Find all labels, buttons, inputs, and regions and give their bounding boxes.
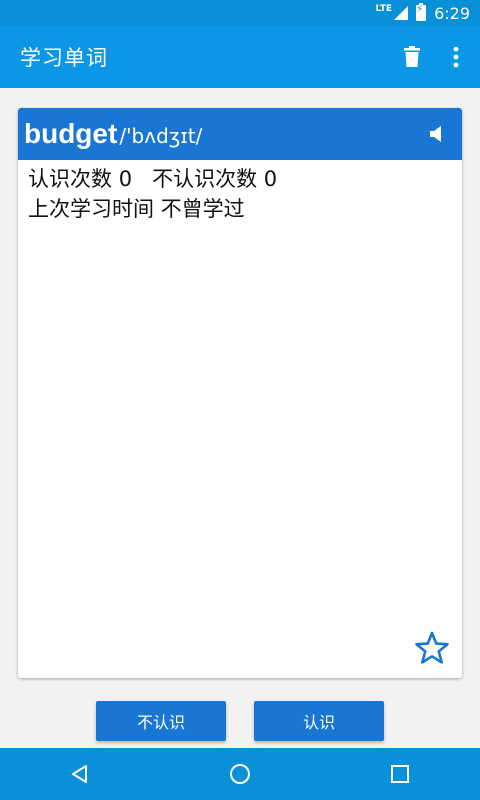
network-type-label: LTE xyxy=(375,4,393,14)
known-count-label: 认识次数 xyxy=(28,167,112,191)
known-button[interactable]: 认识 xyxy=(254,701,384,741)
status-bar: LTE 6:29 xyxy=(0,0,480,26)
app-bar: 学习单词 xyxy=(0,26,480,88)
word-header: budget /'bʌdʒɪt/ xyxy=(18,108,462,160)
recents-icon[interactable] xyxy=(370,748,430,800)
card-body: 认识次数 0 不认识次数 0 上次学习时间 不曾学过 xyxy=(18,160,462,228)
home-icon[interactable] xyxy=(210,748,270,800)
last-study-value: 不曾学过 xyxy=(160,197,245,221)
navigation-bar xyxy=(0,748,480,800)
more-vert-icon[interactable] xyxy=(436,33,476,81)
unknown-count-label: 不认识次数 xyxy=(152,167,258,191)
page-title: 学习单词 xyxy=(20,46,108,70)
action-buttons: 不认识 认识 xyxy=(0,701,480,741)
clock-time: 6:29 xyxy=(434,3,470,23)
count-row: 认识次数 0 不认识次数 0 xyxy=(28,164,452,194)
last-study-row: 上次学习时间 不曾学过 xyxy=(28,194,452,224)
speaker-icon[interactable] xyxy=(426,122,450,146)
unknown-count-value: 0 xyxy=(263,167,278,191)
back-icon[interactable] xyxy=(50,748,110,800)
battery-charging-icon xyxy=(416,3,427,21)
star-outline-icon[interactable] xyxy=(414,630,450,666)
word-card: budget /'bʌdʒɪt/ 认识次数 0 不认识次数 0 上次学习时间 不… xyxy=(18,108,462,678)
unknown-button[interactable]: 不认识 xyxy=(96,701,226,741)
word-text: budget xyxy=(24,118,118,149)
signal-icon xyxy=(394,6,409,20)
trash-icon[interactable] xyxy=(388,33,436,81)
phonetic-text: /'bʌdʒɪt/ xyxy=(119,124,203,148)
last-study-label: 上次学习时间 xyxy=(28,197,154,221)
known-count-value: 0 xyxy=(118,167,133,191)
